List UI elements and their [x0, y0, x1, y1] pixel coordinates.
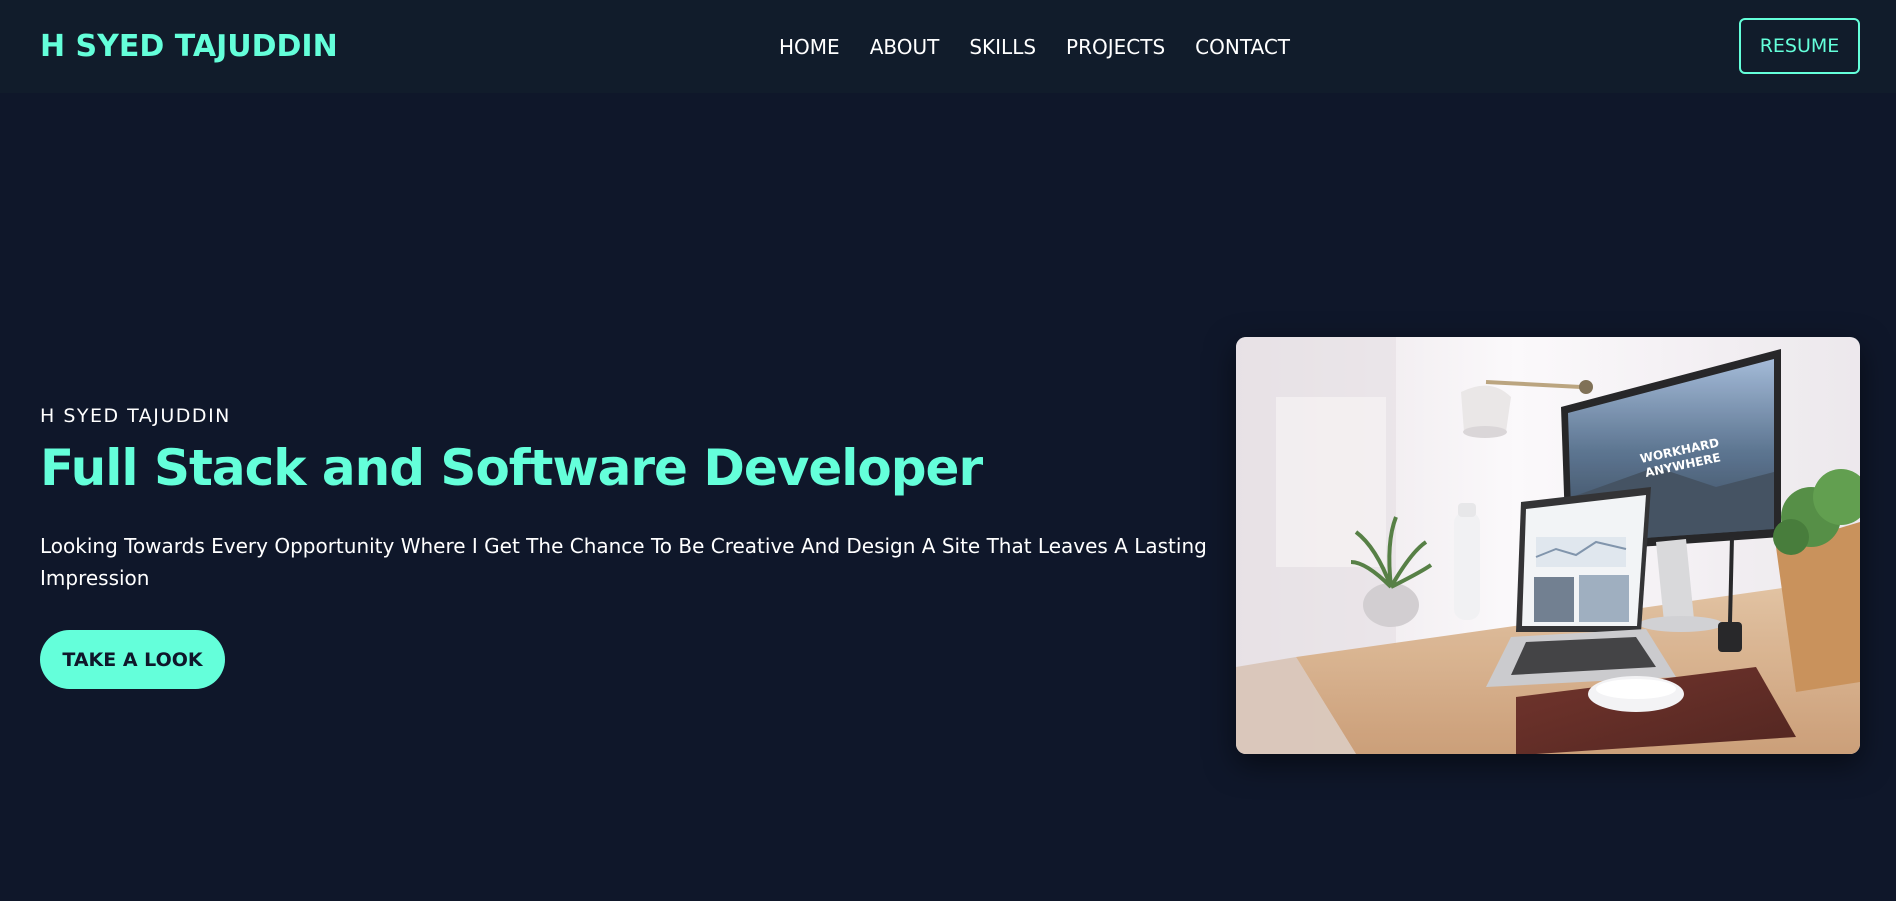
nav-link-about[interactable]: ABOUT: [870, 35, 940, 59]
nav-link-projects[interactable]: PROJECTS: [1066, 35, 1165, 59]
hero-description: Looking Towards Every Opportunity Where …: [40, 534, 1207, 590]
navbar: H SYED TAJUDDIN HOME ABOUT SKILLS PROJEC…: [0, 0, 1896, 93]
desk-workspace-image: WORKHARD ANYWHERE: [1236, 337, 1860, 754]
resume-button[interactable]: RESUME: [1739, 18, 1860, 74]
site-logo[interactable]: H SYED TAJUDDIN: [40, 29, 338, 64]
hero-section: H SYED TAJUDDIN Full Stack and Software …: [40, 405, 1240, 689]
take-a-look-button[interactable]: TAKE A LOOK: [40, 630, 225, 689]
nav-link-contact[interactable]: CONTACT: [1195, 35, 1290, 59]
hero-name: H SYED TAJUDDIN: [40, 405, 231, 427]
nav-link-skills[interactable]: SKILLS: [969, 35, 1036, 59]
hero-image: WORKHARD ANYWHERE: [1236, 337, 1860, 754]
nav-links: HOME ABOUT SKILLS PROJECTS CONTACT: [779, 0, 1290, 93]
hero-title: Full Stack and Software Developer: [40, 439, 983, 497]
nav-link-home[interactable]: HOME: [779, 35, 840, 59]
